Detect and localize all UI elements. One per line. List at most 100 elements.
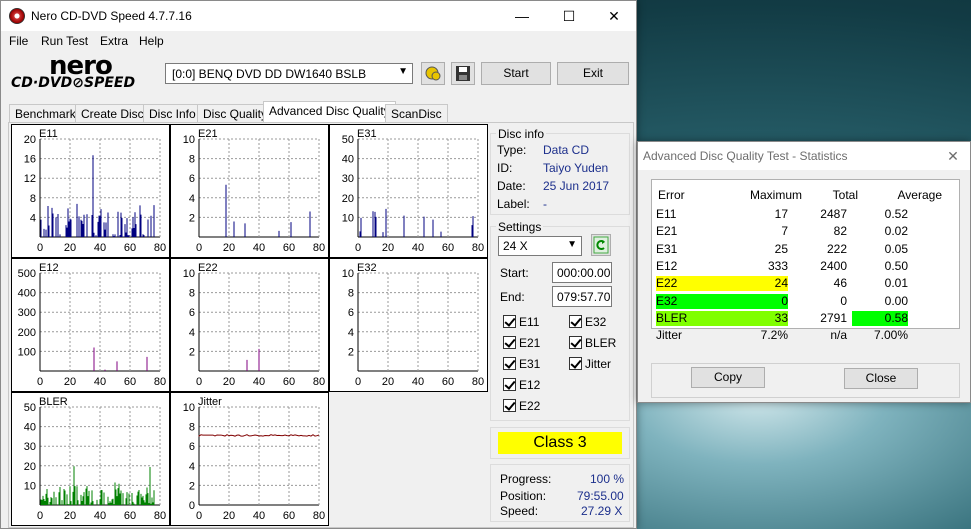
stats-total-value: 222: [826, 241, 847, 256]
checkbox-e31[interactable]: E31: [503, 357, 540, 371]
y-tick-label: 10: [342, 212, 354, 224]
stats-avg-value: 0.00: [884, 293, 908, 308]
label-label: Label:: [497, 197, 530, 211]
date-label: Date:: [497, 179, 526, 193]
y-tick-label: 8: [189, 288, 195, 300]
stats-max-value: 17: [774, 207, 788, 221]
tab-benchmark[interactable]: Benchmark: [9, 104, 82, 123]
x-tick-label: 60: [283, 242, 295, 254]
chart-title: E11: [39, 128, 58, 140]
checkbox-checked-icon: [503, 315, 516, 328]
x-tick-label: 0: [37, 242, 43, 254]
y-tick-label: 20: [342, 193, 354, 205]
tab-scandisc[interactable]: ScanDisc: [385, 104, 448, 123]
stats-error-name: Jitter: [656, 328, 683, 343]
minimize-button[interactable]: —: [499, 1, 545, 31]
end-label: End:: [500, 290, 525, 304]
y-tick-label: 0: [189, 500, 195, 512]
chevron-down-icon: ▼: [567, 239, 577, 250]
menu-file[interactable]: File: [9, 34, 28, 48]
tab-create-disc[interactable]: Create Disc: [75, 104, 150, 123]
settings-title: Settings: [496, 220, 544, 234]
tab-advanced-disc-quality[interactable]: Advanced Disc Quality: [263, 101, 396, 123]
save-button[interactable]: [451, 62, 475, 85]
checkbox-checked-icon: [503, 336, 516, 349]
drive-select[interactable]: [0:0] BENQ DVD DD DW1640 BSLB ▼: [165, 63, 413, 84]
x-tick-label: 80: [472, 376, 484, 388]
checkbox-checked-icon: [569, 357, 582, 370]
chart-title: E22: [198, 262, 218, 274]
nero-app-icon: [9, 8, 25, 24]
end-input[interactable]: 079:57.70: [552, 286, 612, 307]
stats-header: Average: [897, 188, 942, 202]
stats-close-dialog-button[interactable]: Close: [844, 368, 918, 389]
chart-e12: 500 400 300 200 100 0 20 40 60 80 E12: [11, 258, 170, 392]
checkbox-e11[interactable]: E11: [503, 315, 539, 329]
chart-bler: 50 40 30 20 10 0 20 40 60 80 BLER: [11, 392, 170, 526]
x-tick-label: 20: [64, 376, 76, 388]
x-tick-label: 80: [313, 242, 325, 254]
tab-disc-info[interactable]: Disc Info: [143, 104, 202, 123]
chart-trace: [40, 155, 155, 237]
stats-avg-value: 0.52: [884, 207, 908, 221]
stats-max-value: 0: [722, 293, 788, 309]
chart-e32: 10 8 6 4 2 0 20 40 60 80 E32: [329, 258, 488, 392]
refresh-icon: [593, 236, 609, 254]
checkbox-e32[interactable]: E32: [569, 315, 606, 329]
x-tick-label: 0: [196, 242, 202, 254]
chart-title: Jitter: [198, 396, 222, 408]
checkbox-e22[interactable]: E22: [503, 399, 540, 413]
refresh-speed-button[interactable]: [591, 234, 611, 256]
maximize-button[interactable]: ☐: [546, 1, 592, 31]
stats-max-value: 24: [722, 276, 788, 292]
x-tick-label: 40: [94, 242, 106, 254]
chart-title: E21: [198, 128, 218, 140]
start-button[interactable]: Start: [481, 62, 551, 85]
chart-grid: 20 16 12 8 4 0 20 40 60 80 E11 10 8 6 4 2 0 20 40 60 80 E21 50…: [11, 124, 488, 526]
chart-title: E12: [39, 262, 59, 274]
menu-extra[interactable]: Extra: [100, 34, 128, 48]
stats-max-value: 7.2%: [760, 328, 788, 343]
start-input[interactable]: 000:00.00: [552, 262, 612, 283]
stats-avg-value: 0.50: [884, 258, 908, 273]
y-tick-label: 8: [189, 422, 195, 434]
x-tick-label: 40: [94, 376, 106, 388]
tab-disc-quality[interactable]: Disc Quality: [197, 104, 274, 123]
stats-error-name: E11: [656, 207, 677, 221]
menu-help[interactable]: Help: [139, 34, 164, 48]
checkbox-bler[interactable]: BLER: [569, 336, 616, 350]
start-label: Start:: [500, 266, 529, 280]
y-tick-label: 30: [342, 173, 354, 185]
drive-info-button[interactable]: [421, 62, 445, 85]
x-tick-label: 20: [382, 242, 394, 254]
stats-close-button[interactable]: ✕: [935, 141, 971, 171]
progress-value: 100 %: [590, 472, 625, 486]
stats-header: Error: [658, 188, 685, 202]
y-tick-label: 8: [348, 288, 354, 300]
y-tick-label: 4: [30, 212, 36, 224]
copy-button[interactable]: Copy: [691, 367, 765, 388]
exit-button[interactable]: Exit: [557, 62, 629, 85]
y-tick-label: 30: [24, 441, 36, 453]
nero-main-window: Nero CD-DVD Speed 4.7.7.16 — ☐ ✕ File Ru…: [0, 0, 637, 529]
y-tick-label: 10: [342, 268, 354, 280]
checkbox-e12[interactable]: E12: [503, 378, 540, 392]
y-tick-label: 10: [183, 268, 195, 280]
y-tick-label: 40: [342, 154, 354, 166]
x-tick-label: 0: [196, 510, 202, 522]
menu-run-test[interactable]: Run Test: [41, 34, 88, 48]
stats-table: Error Maximum Total Average E11 17 2487 0.52 E21…: [651, 179, 960, 342]
stats-total-value: 46: [833, 276, 847, 291]
speed-select[interactable]: 24 X ▼: [498, 236, 582, 256]
stats-total-value: 2400: [820, 258, 847, 273]
checkbox-jitter[interactable]: Jitter: [569, 357, 611, 371]
checkbox-e21[interactable]: E21: [503, 336, 540, 350]
title-bar: Nero CD-DVD Speed 4.7.7.16 — ☐ ✕: [1, 1, 636, 31]
y-tick-label: 10: [183, 402, 195, 414]
date-value: 25 Jun 2017: [543, 179, 610, 193]
close-button[interactable]: ✕: [591, 1, 637, 31]
y-tick-label: 10: [183, 134, 195, 146]
stats-error-name: E31: [656, 241, 678, 256]
stats-avg-value: 7.00%: [873, 328, 908, 343]
y-tick-label: 50: [342, 134, 354, 146]
